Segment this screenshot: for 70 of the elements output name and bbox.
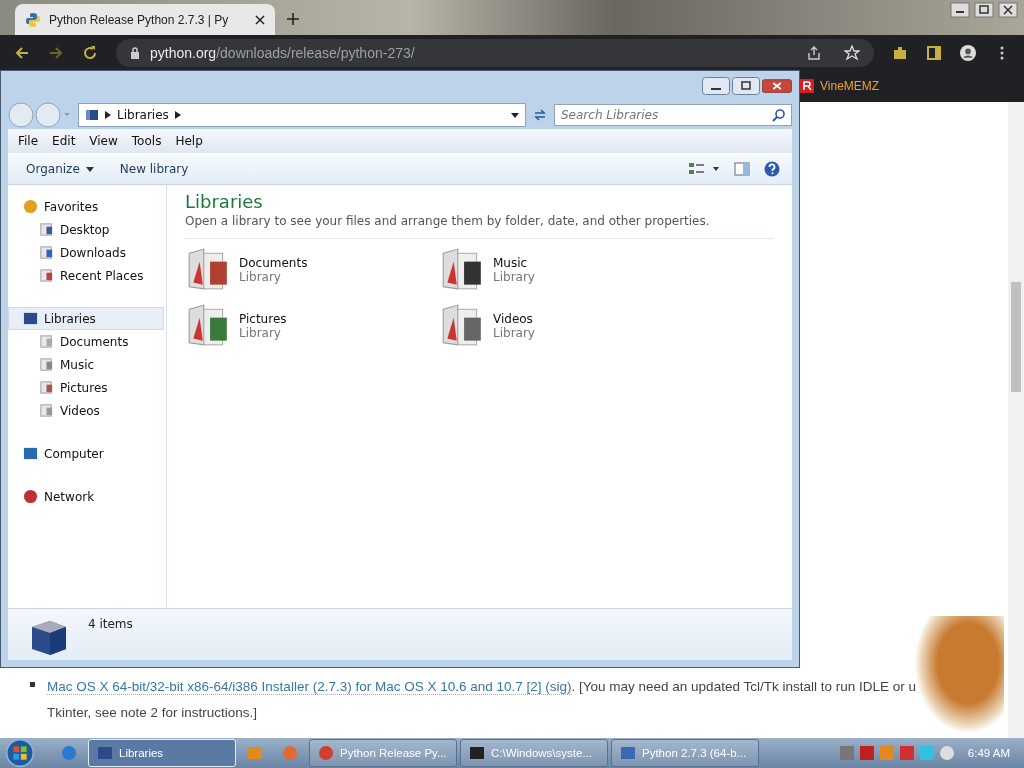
breadcrumb-item[interactable]: Libraries xyxy=(117,108,169,122)
library-name: Documents xyxy=(239,256,308,270)
arrow-icon xyxy=(105,111,111,119)
taskbar-button[interactable]: Libraries xyxy=(88,739,236,767)
search-field[interactable]: Search Libraries xyxy=(554,104,792,126)
item-count: 4 items xyxy=(88,617,133,631)
library-type: Library xyxy=(493,270,535,284)
sidebar-icon[interactable] xyxy=(926,44,942,61)
close-icon[interactable] xyxy=(255,14,265,25)
nav-item[interactable]: Pictures xyxy=(8,376,164,399)
menu-item[interactable]: View xyxy=(83,132,124,150)
nav-item[interactable]: Network xyxy=(8,485,164,508)
dropdown-icon[interactable] xyxy=(511,112,519,118)
nav-item[interactable]: Recent Places xyxy=(8,264,164,287)
download-paragraph: Mac OS X 64-bit/32-bit x86-64/i386 Installer (2.7.3) for Mac OS X 10.6 and 10.7 [2] (sig). [You may need an updated Tcl/Tk install to run IDLE or u Tkinter, see note 2 for instructions.] xyxy=(47,678,917,722)
reload-icon[interactable] xyxy=(82,44,98,61)
library-name: Pictures xyxy=(239,312,287,326)
close-icon[interactable] xyxy=(762,77,792,95)
refresh-icon[interactable] xyxy=(532,107,548,123)
library-name: Music xyxy=(493,256,529,270)
installer-link[interactable]: Mac OS X 64-bit/32-bit x86-64/i386 Installer (2.7.3) for Mac OS X 10.6 and 10.7 [2] (sig) xyxy=(47,679,572,695)
restore-icon[interactable] xyxy=(974,2,994,18)
library-type: Library xyxy=(239,326,282,340)
nav-item[interactable]: Computer xyxy=(8,442,164,465)
nav-item[interactable]: Downloads xyxy=(8,241,164,264)
bullet-icon xyxy=(30,682,35,687)
toolbar-button[interactable]: Organize xyxy=(20,159,100,179)
breadcrumb-bar[interactable]: Libraries xyxy=(78,103,526,127)
library-item[interactable]: Videos Library xyxy=(439,303,693,349)
url-text: python.org/downloads/release/python-273/ xyxy=(150,44,416,61)
arrow-icon xyxy=(174,111,181,119)
menu-item[interactable]: Help xyxy=(169,132,209,150)
browser-tab[interactable]: Python Release Python 2.7.3 | Py xyxy=(15,4,275,35)
r-logo-icon xyxy=(800,79,814,93)
address-bar[interactable]: python.org/downloads/release/python-273/ xyxy=(116,38,874,67)
lock-icon xyxy=(130,46,140,59)
nav-item[interactable]: Music xyxy=(8,353,164,376)
search-icon xyxy=(772,108,786,122)
profile-icon[interactable] xyxy=(960,44,976,61)
page-heading: Libraries xyxy=(185,191,264,212)
scroll-thumb[interactable] xyxy=(1011,282,1021,392)
library-type: Library xyxy=(239,270,282,284)
library-item[interactable]: Documents Library xyxy=(185,247,439,293)
share-icon[interactable] xyxy=(806,44,822,61)
library-item[interactable]: Pictures Library xyxy=(185,303,439,349)
help-icon[interactable] xyxy=(764,161,780,177)
nav-item[interactable]: Documents xyxy=(8,330,164,353)
library-item[interactable]: Music Library xyxy=(439,247,693,293)
library-type: Library xyxy=(493,326,535,340)
plus-icon[interactable] xyxy=(287,13,299,25)
scrollbar[interactable] xyxy=(1008,102,1024,738)
close-icon[interactable] xyxy=(998,2,1018,18)
caret-icon xyxy=(85,166,94,172)
nav-item[interactable]: Favorites xyxy=(8,195,164,218)
view-options-icon[interactable] xyxy=(688,161,720,177)
library-name: Videos xyxy=(493,312,534,326)
toolbar-button[interactable]: New library xyxy=(113,159,195,179)
minimize-icon[interactable] xyxy=(702,77,730,95)
bookmark-link[interactable]: VineMEMZ xyxy=(800,79,880,93)
forward-arrow-icon[interactable] xyxy=(48,44,64,61)
nav-item[interactable]: Videos xyxy=(8,399,164,422)
back-arrow-icon[interactable] xyxy=(14,44,30,61)
description-text: Open a library to see your files and arrange them by folder, date, and other properties. xyxy=(185,214,774,239)
nav-item[interactable]: Libraries xyxy=(8,307,164,330)
menu-item[interactable]: Tools xyxy=(125,132,168,150)
maximize-icon[interactable] xyxy=(732,77,760,95)
minimize-icon[interactable] xyxy=(950,2,970,18)
menu-item[interactable]: File xyxy=(12,132,45,150)
nav-item[interactable]: Desktop xyxy=(8,218,164,241)
menu-item[interactable]: Edit xyxy=(46,132,82,150)
